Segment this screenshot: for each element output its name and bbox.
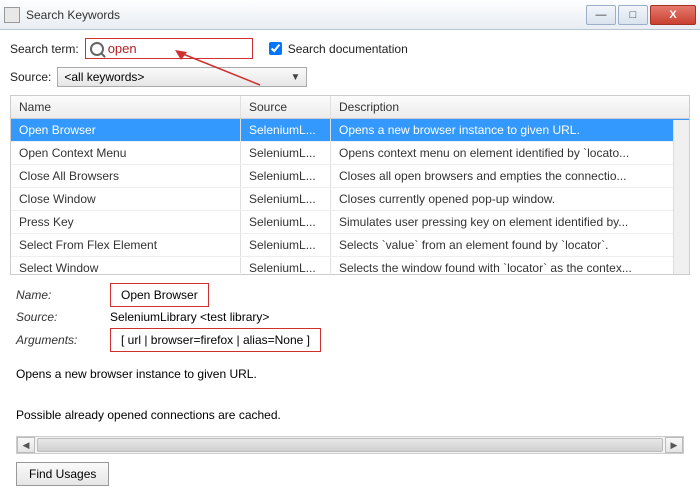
cell-source: SeleniumL...: [241, 234, 331, 256]
cell-name: Select Window: [11, 257, 241, 273]
minimize-button[interactable]: —: [586, 5, 616, 25]
table-row[interactable]: Select From Flex Element SeleniumL... Se…: [11, 234, 689, 257]
find-usages-button[interactable]: Find Usages: [16, 462, 109, 486]
table-body: Open Browser SeleniumL... Opens a new br…: [11, 119, 689, 273]
cell-name: Open Browser: [11, 119, 241, 141]
cell-source: SeleniumL...: [241, 142, 331, 164]
cell-desc: Opens a new browser instance to given UR…: [331, 119, 689, 141]
table-row[interactable]: Close All Browsers SeleniumL... Closes a…: [11, 165, 689, 188]
search-icon: [90, 42, 104, 56]
cell-name: Close All Browsers: [11, 165, 241, 187]
cell-source: SeleniumL...: [241, 211, 331, 233]
table-row[interactable]: Select Window SeleniumL... Selects the w…: [11, 257, 689, 273]
source-selected-value: <all keywords>: [64, 70, 144, 84]
table-row[interactable]: Open Context Menu SeleniumL... Opens con…: [11, 142, 689, 165]
search-documentation-checkbox[interactable]: [269, 42, 282, 55]
search-field-wrap: [85, 38, 253, 59]
cell-desc: Closes all open browsers and empties the…: [331, 165, 689, 187]
window-buttons: — □ X: [586, 5, 696, 25]
detail-source-label: Source:: [16, 307, 94, 327]
detail-name-label: Name:: [16, 285, 94, 305]
close-button[interactable]: X: [650, 5, 696, 25]
table-row[interactable]: Close Window SeleniumL... Closes current…: [11, 188, 689, 211]
details-panel: Name: Open Browser Source: SeleniumLibra…: [10, 281, 690, 354]
cell-source: SeleniumL...: [241, 119, 331, 141]
search-input[interactable]: [108, 41, 248, 56]
source-label: Source:: [10, 70, 51, 84]
cell-name: Open Context Menu: [11, 142, 241, 164]
cell-desc: Selects the window found with `locator` …: [331, 257, 689, 273]
detail-source-value: SeleniumLibrary <test library>: [110, 307, 269, 327]
cell-source: SeleniumL...: [241, 188, 331, 210]
horizontal-scrollbar[interactable]: ◀ ▶: [16, 436, 684, 454]
scroll-right-button[interactable]: ▶: [665, 437, 683, 453]
maximize-button[interactable]: □: [618, 5, 648, 25]
vertical-scrollbar[interactable]: [673, 120, 689, 274]
search-documentation-label: Search documentation: [288, 42, 408, 56]
table-row[interactable]: Press Key SeleniumL... Simulates user pr…: [11, 211, 689, 234]
cell-desc: Closes currently opened pop-up window.: [331, 188, 689, 210]
col-header-source[interactable]: Source: [241, 96, 331, 118]
col-header-description[interactable]: Description: [331, 96, 689, 118]
window-title: Search Keywords: [26, 8, 586, 22]
source-select[interactable]: <all keywords> ▼: [57, 67, 307, 87]
cell-source: SeleniumL...: [241, 257, 331, 273]
cell-name: Close Window: [11, 188, 241, 210]
results-table: Name Source Description Open Browser Sel…: [10, 95, 690, 275]
documentation-text: Opens a new browser instance to given UR…: [10, 364, 690, 432]
scroll-left-button[interactable]: ◀: [17, 437, 35, 453]
cell-name: Select From Flex Element: [11, 234, 241, 256]
cell-name: Press Key: [11, 211, 241, 233]
detail-arguments-label: Arguments:: [16, 330, 94, 350]
cell-desc: Opens context menu on element identified…: [331, 142, 689, 164]
table-row[interactable]: Open Browser SeleniumL... Opens a new br…: [11, 119, 689, 142]
detail-arguments-value: [ url | browser=firefox | alias=None ]: [110, 328, 321, 352]
chevron-down-icon: ▼: [290, 72, 300, 83]
titlebar: Search Keywords — □ X: [0, 0, 700, 30]
doc-paragraph: Opens a new browser instance to given UR…: [16, 364, 684, 384]
detail-name-value: Open Browser: [110, 283, 209, 307]
col-header-name[interactable]: Name: [11, 96, 241, 118]
table-header: Name Source Description: [11, 96, 689, 119]
scrollbar-thumb[interactable]: [37, 438, 663, 452]
search-term-label: Search term:: [10, 42, 79, 56]
cell-desc: Simulates user pressing key on element i…: [331, 211, 689, 233]
cell-desc: Selects `value` from an element found by…: [331, 234, 689, 256]
doc-paragraph: Possible already opened connections are …: [16, 405, 684, 425]
cell-source: SeleniumL...: [241, 165, 331, 187]
app-icon: [4, 7, 20, 23]
